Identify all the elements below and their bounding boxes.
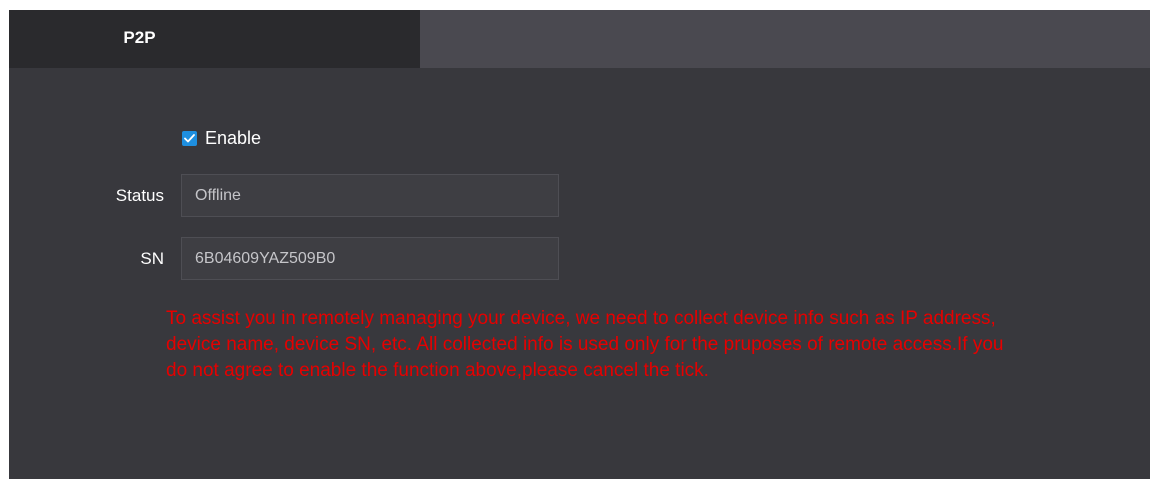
status-field[interactable]: [181, 174, 559, 217]
privacy-notice-text: To assist you in remotely managing your …: [166, 308, 1004, 381]
enable-checkbox[interactable]: [182, 131, 197, 146]
p2p-settings-panel: P2P Enable Status SN To assist you in re…: [9, 10, 1150, 479]
tab-p2p-label: P2P: [123, 28, 156, 47]
enable-label: Enable: [205, 128, 262, 148]
tab-p2p[interactable]: P2P: [9, 10, 420, 68]
checkmark-icon: [184, 134, 195, 143]
status-label: Status: [115, 186, 164, 205]
tab-bar: P2P: [9, 10, 1150, 68]
enable-checkbox-row[interactable]: Enable: [182, 128, 261, 149]
sn-field[interactable]: [181, 237, 559, 280]
sn-label: SN: [140, 249, 164, 268]
